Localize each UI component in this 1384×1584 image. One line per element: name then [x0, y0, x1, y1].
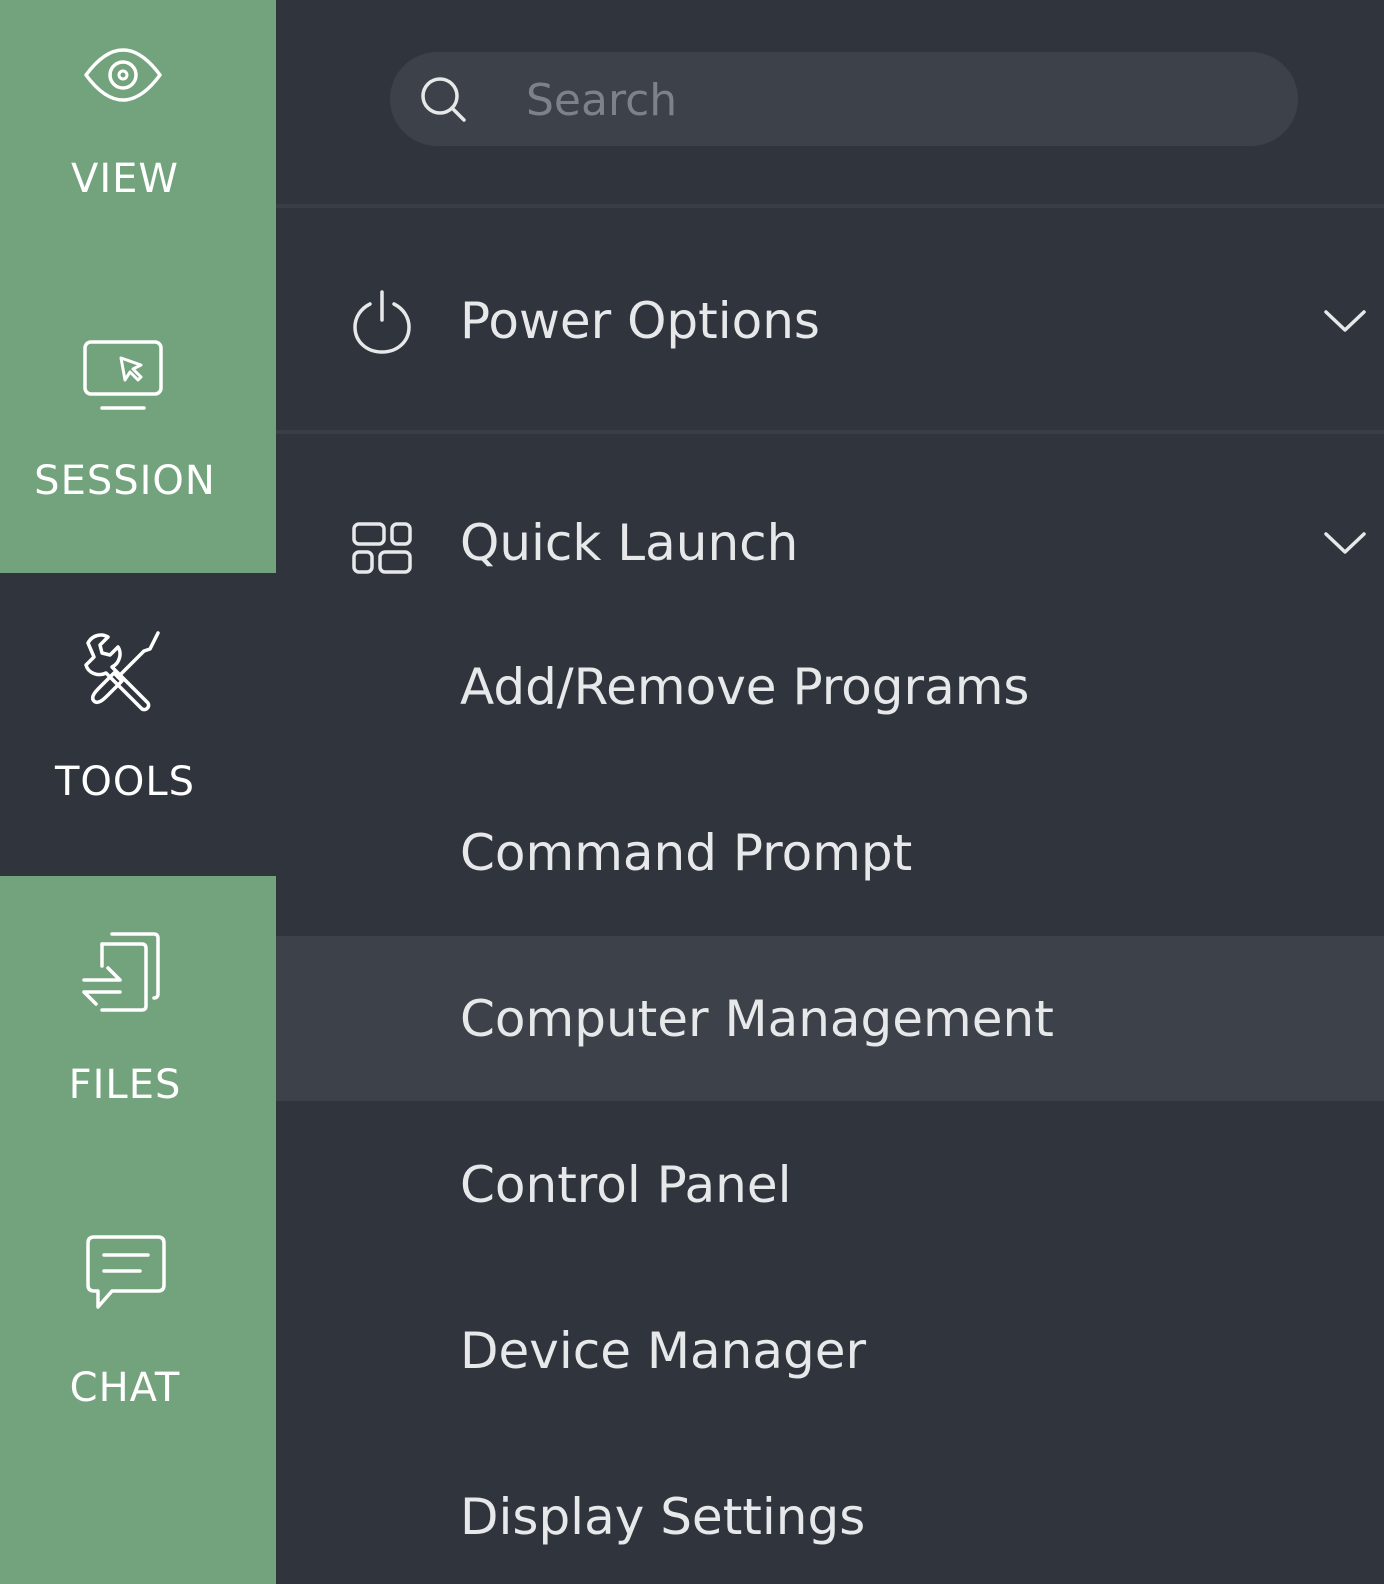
list-item-label: Device Manager [460, 1321, 867, 1380]
chevron-down-icon[interactable] [1322, 298, 1368, 344]
quick-launch-item-control-panel[interactable]: Control Panel [276, 1102, 1384, 1267]
file-transfer-icon [82, 932, 160, 1012]
tools-panel: Power Options Quick Launch Add/Remove Pr… [276, 0, 1384, 1584]
rail-item-tools[interactable]: TOOLS [0, 573, 276, 876]
chat-icon [86, 1235, 166, 1309]
side-rail: VIEW SESSION TOOLS FILES CHAT [0, 0, 276, 1584]
search-bar[interactable] [390, 52, 1298, 146]
quick-launch-item-add-remove-programs[interactable]: Add/Remove Programs [276, 604, 1384, 769]
chevron-down-icon[interactable] [1322, 520, 1368, 566]
divider [276, 430, 1384, 434]
rail-item-session[interactable]: SESSION [0, 270, 276, 573]
quick-launch-item-device-manager[interactable]: Device Manager [276, 1268, 1384, 1433]
rail-item-chat[interactable]: CHAT [0, 1179, 276, 1584]
rail-item-view[interactable]: VIEW [0, 0, 276, 303]
rail-item-session-label: SESSION [34, 458, 216, 504]
power-options-header[interactable]: Power Options [276, 268, 1384, 378]
divider [276, 204, 1384, 208]
list-item-label: Control Panel [460, 1155, 792, 1214]
search-input[interactable] [524, 66, 1268, 134]
app-window: VIEW SESSION TOOLS FILES CHAT Search Pow… [0, 0, 1384, 1584]
rail-item-view-label: VIEW [71, 156, 179, 202]
power-icon [353, 290, 411, 354]
list-item-label: Command Prompt [460, 823, 913, 882]
power-options-label: Power Options [460, 292, 820, 350]
tools-icon [84, 631, 160, 712]
rail-item-tools-label: TOOLS [54, 759, 196, 805]
list-item-label: Computer Management [460, 989, 1054, 1048]
grid-icon [352, 522, 412, 574]
quick-launch-item-command-prompt[interactable]: Command Prompt [276, 770, 1384, 935]
list-item-label: Display Settings [460, 1487, 866, 1546]
list-item-label: Add/Remove Programs [460, 657, 1030, 716]
quick-launch-item-display-settings[interactable]: Display Settings [276, 1434, 1384, 1584]
rail-item-chat-label: CHAT [69, 1365, 181, 1411]
eye-icon [84, 48, 162, 102]
quick-launch-item-computer-management[interactable]: Computer Management [276, 936, 1384, 1101]
rail-item-files-label: FILES [68, 1062, 182, 1108]
rail-item-files[interactable]: FILES [0, 876, 276, 1179]
quick-launch-label: Quick Launch [460, 514, 799, 572]
search-icon [421, 77, 466, 122]
quick-launch-header[interactable]: Quick Launch [276, 490, 1384, 600]
monitor-cursor-icon [83, 340, 163, 410]
